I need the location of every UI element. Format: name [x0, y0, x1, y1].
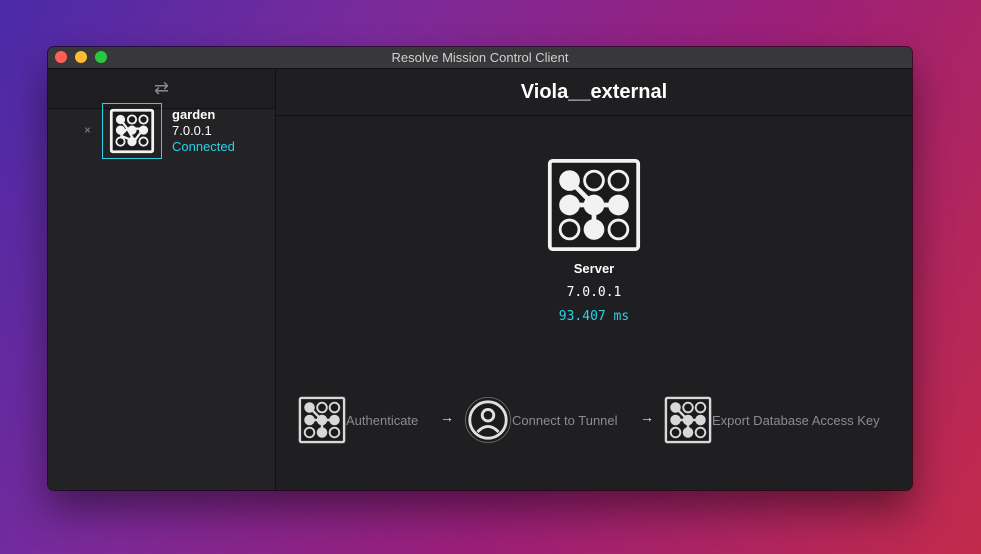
server-list-item[interactable]: × garden 7.0.0.1 Connected [84, 103, 264, 163]
resolve-logo-icon [298, 396, 346, 444]
sidebar: ⇄ × garden 7.0.0.1 Connected [48, 69, 276, 490]
server-label: Server [573, 261, 615, 276]
server-version: 7.0.0.1 [172, 123, 212, 138]
page-title: Viola__external [276, 69, 912, 116]
arrow-right-icon: → [640, 409, 654, 425]
connect-tunnel-label: Connect to Tunnel [512, 412, 618, 428]
export-key-step[interactable]: Export Database Access Key [664, 395, 880, 445]
server-name: garden [172, 107, 216, 122]
authenticate-step[interactable]: Authenticate [298, 395, 418, 445]
latency-readout: 93.407 ms [558, 309, 630, 324]
server-version-readout: 7.0.0.1 [566, 285, 622, 300]
close-window-button[interactable] [55, 51, 67, 63]
arrow-right-icon: → [440, 409, 454, 425]
title-bar[interactable]: Resolve Mission Control Client [48, 47, 912, 69]
server-hero-logo [547, 158, 641, 252]
server-info: garden 7.0.0.1 Connected [172, 107, 235, 155]
connect-tunnel-step[interactable]: Connect to Tunnel [464, 395, 618, 445]
swap-arrows-icon[interactable]: ⇄ [154, 78, 169, 99]
user-circle-icon [464, 396, 512, 444]
export-key-label: Export Database Access Key [712, 412, 880, 428]
remove-server-icon[interactable]: × [84, 123, 91, 137]
authenticate-label: Authenticate [346, 412, 419, 428]
resolve-logo-icon [109, 108, 155, 154]
main-panel: Viola__external Server 7.0.0.1 93.407 ms [276, 69, 912, 490]
resolve-logo-icon [664, 396, 712, 444]
server-logo [102, 103, 162, 159]
resolve-logo-icon [547, 158, 641, 252]
window-title: Resolve Mission Control Client [391, 50, 569, 65]
zoom-window-button[interactable] [95, 51, 107, 63]
app-window: Resolve Mission Control Client ⇄ × garde… [48, 47, 912, 490]
server-status: Connected [172, 139, 235, 154]
workflow-steps: Authenticate → Connect to Tunnel → Expor… [298, 395, 912, 445]
minimize-window-button[interactable] [75, 51, 87, 63]
